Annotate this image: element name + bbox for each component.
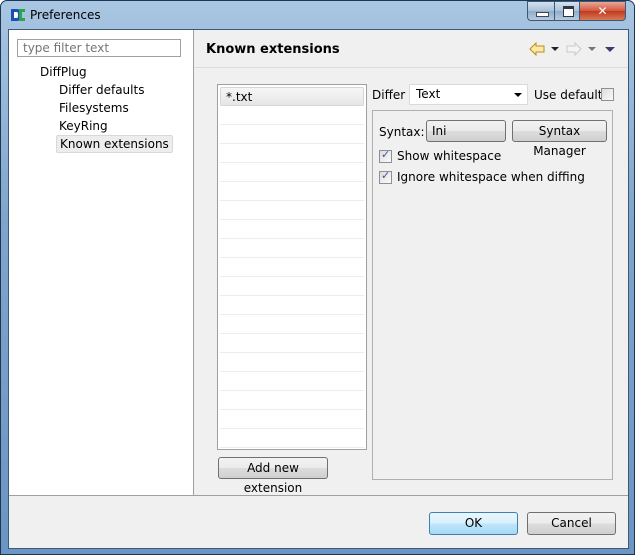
back-history-chevron-down-icon[interactable] [551, 47, 559, 51]
add-new-extension-button[interactable]: Add new extension [218, 457, 328, 495]
tree-item-diffplug[interactable]: DiffPlug [37, 64, 90, 80]
show-whitespace-checkbox[interactable]: ✓ [379, 148, 392, 163]
preference-tree-pane: DiffPlug Differ defaults Filesystems Key… [9, 30, 194, 495]
checkmark-icon: ✓ [381, 169, 391, 182]
list-item-empty [220, 277, 364, 296]
list-item-empty [220, 258, 364, 277]
tree-item-known-extensions[interactable]: Known extensions [56, 135, 173, 153]
ignore-whitespace-checkbox[interactable]: ✓ [379, 169, 392, 184]
dialog-client-area: DiffPlug Differ defaults Filesystems Key… [8, 29, 629, 549]
extensions-list[interactable]: *.txt [217, 84, 367, 450]
show-whitespace-label[interactable]: Show whitespace [397, 149, 501, 163]
list-item-empty [220, 106, 364, 125]
list-item-empty [220, 125, 364, 144]
list-item-empty [220, 239, 364, 258]
ignore-whitespace-label[interactable]: Ignore whitespace when diffing [397, 170, 585, 184]
checkmark-icon: ✓ [381, 148, 391, 161]
list-item-empty [220, 353, 364, 372]
close-icon: ✕ [597, 4, 608, 18]
tree-item-filesystems[interactable]: Filesystems [56, 100, 132, 116]
window-title: Preferences [30, 8, 101, 22]
title-bar[interactable]: Preferences ✕ [1, 1, 634, 29]
differ-label: Differ [372, 88, 406, 102]
filter-input[interactable] [17, 39, 181, 57]
list-item-empty [220, 315, 364, 334]
differ-select[interactable]: Text [409, 84, 528, 105]
footer-separator [9, 495, 628, 496]
use-default-label: Use default [534, 88, 603, 102]
chevron-down-icon [514, 93, 522, 97]
close-button[interactable]: ✕ [580, 1, 626, 21]
list-item-empty [220, 201, 364, 220]
diffplug-app-icon [11, 9, 25, 21]
syntax-manager-button[interactable]: Syntax Manager [512, 120, 607, 158]
list-item-empty [220, 372, 364, 391]
list-item-empty [220, 163, 364, 182]
differ-settings-group: Syntax: Ini Syntax Manager ✓ Show whites… [372, 110, 613, 480]
preference-page: Known extensions *.txt Add new extension… [194, 30, 628, 495]
maximize-button[interactable] [554, 1, 580, 21]
view-menu-icon[interactable] [605, 47, 615, 52]
list-item-empty [220, 429, 364, 448]
list-item-empty [220, 334, 364, 353]
ok-button[interactable]: OK [429, 512, 518, 535]
list-item-empty [220, 296, 364, 315]
list-item-empty [220, 391, 364, 410]
extension-label: *.txt [226, 90, 253, 104]
minimize-button[interactable] [527, 1, 554, 21]
list-item-empty [220, 410, 364, 429]
syntax-select[interactable]: Ini [426, 120, 506, 142]
differ-select-value: Text [416, 87, 441, 101]
preferences-window: Preferences ✕ DiffPlug Differ defaults F… [0, 0, 635, 555]
list-item-empty [220, 220, 364, 239]
forward-history-chevron-down-icon[interactable] [588, 47, 596, 51]
use-default-checkbox[interactable] [601, 88, 614, 101]
page-title: Known extensions [206, 42, 340, 57]
maximize-icon [563, 6, 574, 17]
cancel-button[interactable]: Cancel [527, 512, 616, 535]
minimize-icon [536, 12, 549, 17]
tree-item-keyring[interactable]: KeyRing [56, 118, 111, 134]
list-item[interactable]: *.txt [220, 87, 364, 106]
syntax-label: Syntax: [379, 125, 425, 139]
list-item-empty [220, 182, 364, 201]
back-arrow-icon[interactable] [529, 42, 545, 56]
forward-arrow-icon[interactable] [566, 42, 582, 56]
title-separator [194, 67, 628, 68]
tree-item-differ-defaults[interactable]: Differ defaults [56, 82, 147, 98]
list-item-empty [220, 144, 364, 163]
